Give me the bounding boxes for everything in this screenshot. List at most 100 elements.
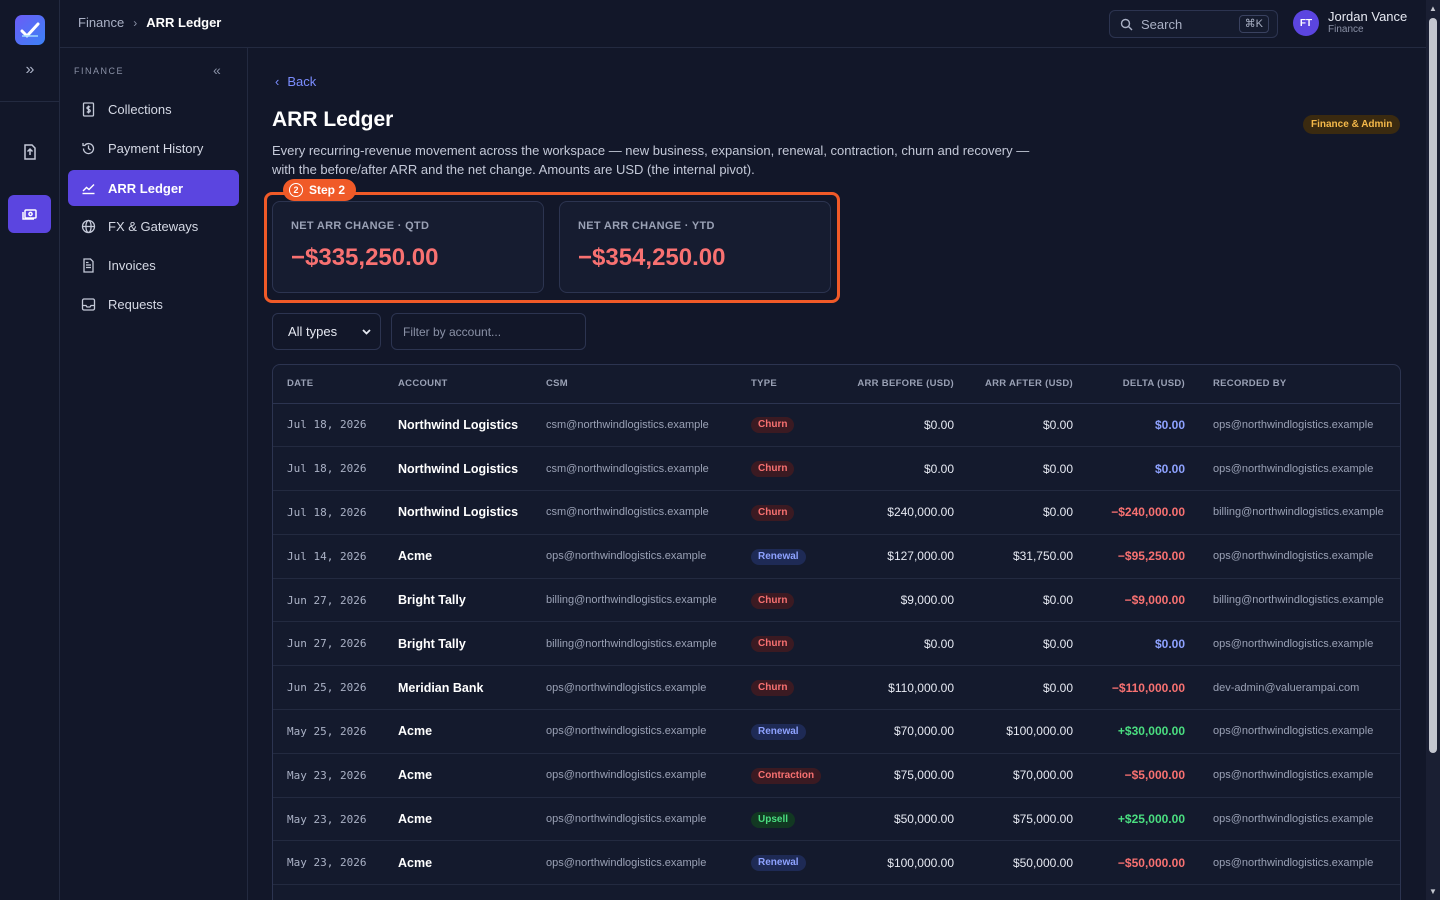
search-box[interactable]: Search ⌘K	[1109, 10, 1278, 38]
avatar: FT	[1293, 10, 1319, 36]
page-scrollbar[interactable]: ▲ ▼	[1426, 0, 1440, 900]
finance-sidebar: FINANCE « Collections Payment History AR…	[60, 48, 248, 900]
cell-arr-after: $0.00	[958, 665, 1077, 711]
column-header-arr-before[interactable]: ARR BEFORE (USD)	[839, 365, 958, 404]
table-row[interactable]: Jun 27, 2026 Bright Tally billing@northwin…	[273, 578, 1400, 623]
cell-date: Jul 18, 2026	[273, 490, 394, 535]
arr-ledger-table: DATE ACCOUNT CSM TYPE ARR BEFORE (USD) A…	[272, 364, 1401, 900]
card-value: −$335,250.00	[291, 244, 439, 271]
export-doc-icon[interactable]	[18, 140, 42, 164]
type-badge: Churn	[751, 461, 795, 478]
cell-date: Jun 27, 2026	[273, 621, 394, 667]
table-row[interactable]: May 23, 2026 Acme ops@northwindlogistics.e…	[273, 797, 1400, 842]
collapse-sidebar-icon[interactable]: «	[213, 62, 221, 78]
cell-arr-after: $0.00	[958, 490, 1077, 535]
column-header-arr-after[interactable]: ARR AFTER (USD)	[958, 365, 1077, 404]
cell-account[interactable]: Bright Tally	[394, 578, 542, 623]
cell-arr-before: $0.00	[839, 403, 958, 448]
chevron-down-icon	[362, 329, 371, 335]
cell-delta: −$5,000.00	[1077, 753, 1189, 798]
account-filter-input[interactable]	[391, 313, 586, 350]
column-header-type[interactable]: TYPE	[747, 365, 839, 404]
table-row[interactable]: Jul 18, 2026 Northwind Logistics csm@north…	[273, 490, 1400, 535]
sidebar-item-invoices[interactable]: Invoices	[68, 247, 239, 283]
cell-arr-after: $75,000.00	[958, 797, 1077, 842]
sidebar-item-payment-history[interactable]: Payment History	[68, 130, 239, 166]
table-row[interactable]: Jul 18, 2026 Northwind Logistics csm@north…	[273, 446, 1400, 492]
expand-rail-icon[interactable]: »	[21, 60, 39, 80]
cell-delta: −$50,000.00	[1077, 840, 1189, 886]
cell-type: Renewal	[747, 709, 839, 754]
cell-arr-before: $0.00	[839, 446, 958, 492]
cell-account[interactable]: Acme	[394, 797, 542, 842]
icon-rail: »	[0, 0, 60, 900]
table-row[interactable]: Jul 18, 2026 Northwind Logistics csm@north…	[273, 403, 1400, 448]
back-link[interactable]: ‹ Back	[275, 74, 316, 89]
scroll-up-icon[interactable]: ▲	[1429, 4, 1437, 14]
chevron-right-icon: ›	[133, 15, 138, 30]
cell-csm: csm@northwindlogistics.example	[542, 446, 747, 492]
user-menu[interactable]: FT Jordan Vance Finance	[1293, 10, 1407, 36]
sidebar-item-label: ARR Ledger	[108, 180, 184, 196]
rail-divider	[0, 101, 60, 102]
cell-type: Churn	[747, 621, 839, 667]
breadcrumb: Finance › ARR Ledger	[78, 15, 221, 30]
cell-date: May 25, 2026	[273, 709, 394, 754]
table-row[interactable]: May 23, 2026 Acme ops@northwindlogistics.e…	[273, 753, 1400, 798]
cell-recorded-by: billing@northwindlogistics.example	[1189, 490, 1400, 535]
scrollbar-thumb[interactable]	[1429, 18, 1437, 753]
cell-account[interactable]: Acme	[394, 534, 542, 579]
cell-account[interactable]: Meridian Bank	[394, 665, 542, 711]
cell-arr-after: $70,000.00	[958, 753, 1077, 798]
cell-account[interactable]: Bright Tally	[394, 621, 542, 667]
page-title: ARR Ledger	[272, 108, 394, 131]
search-icon	[1120, 18, 1133, 30]
cell-type: Churn	[747, 578, 839, 623]
column-header-recorded-by[interactable]: RECORDED BY	[1189, 365, 1400, 404]
cell-type: Upsell	[747, 797, 839, 842]
cell-arr-before: $9,000.00	[839, 578, 958, 623]
column-header-csm[interactable]: CSM	[542, 365, 747, 404]
search-label: Search	[1141, 16, 1183, 32]
cell-delta: −$110,000.00	[1077, 665, 1189, 711]
table-row[interactable]: Jul 14, 2026 Acme ops@northwindlogistics.e…	[273, 534, 1400, 579]
cell-date: Jun 27, 2026	[273, 578, 394, 623]
cell-recorded-by: ops@northwindlogistics.example	[1189, 753, 1400, 798]
type-filter-select[interactable]: All types	[272, 313, 381, 350]
cell-delta: −$95,250.00	[1077, 534, 1189, 579]
table-row[interactable]: Jun 25, 2026 Meridian Bank ops@northwindlo…	[273, 665, 1400, 711]
cell-account[interactable]: Acme	[394, 840, 542, 886]
cell-account[interactable]: Northwind Logistics	[394, 446, 542, 492]
table-row[interactable]: May 25, 2026 Acme ops@northwindlogistics.e…	[273, 709, 1400, 754]
trend-icon	[82, 183, 95, 194]
sidebar-item-label: Requests	[108, 296, 163, 312]
sidebar-item-arr-ledger[interactable]: ARR Ledger	[68, 170, 239, 206]
column-header-date[interactable]: DATE	[273, 365, 394, 404]
step-label: Step 2	[309, 183, 346, 197]
sidebar-item-requests[interactable]: Requests	[68, 286, 239, 322]
table-row[interactable]: Jun 27, 2026 Bright Tally billing@northwin…	[273, 621, 1400, 667]
type-badge: Renewal	[751, 548, 806, 565]
cell-recorded-by: ops@northwindlogistics.example	[1189, 403, 1400, 448]
column-header-account[interactable]: ACCOUNT	[394, 365, 542, 404]
app-logo-icon[interactable]	[15, 15, 45, 45]
cell-account[interactable]: Acme	[394, 709, 542, 754]
scroll-down-icon[interactable]: ▼	[1429, 887, 1437, 897]
type-badge: Churn	[751, 504, 795, 521]
cell-type: Churn	[747, 665, 839, 711]
cell-account[interactable]: Northwind Logistics	[394, 490, 542, 535]
sidebar-item-collections[interactable]: Collections	[68, 91, 239, 127]
type-badge: Churn	[751, 680, 795, 697]
cell-account[interactable]: Northwind Logistics	[394, 403, 542, 448]
cell-delta: $0.00	[1077, 403, 1189, 448]
card-value: −$354,250.00	[578, 244, 726, 271]
cell-arr-after: $31,750.00	[958, 534, 1077, 579]
column-header-delta[interactable]: DELTA (USD)	[1077, 365, 1189, 404]
sidebar-item-fx-gateways[interactable]: FX & Gateways	[68, 208, 239, 244]
finance-module-button[interactable]	[8, 195, 51, 233]
cell-account[interactable]: Acme	[394, 753, 542, 798]
table-row[interactable]: May 23, 2026 Acme ops@northwindlogistics.e…	[273, 840, 1400, 886]
breadcrumb-parent[interactable]: Finance	[78, 15, 124, 30]
cell-type: Renewal	[747, 840, 839, 886]
cell-arr-after: $100,000.00	[958, 709, 1077, 754]
